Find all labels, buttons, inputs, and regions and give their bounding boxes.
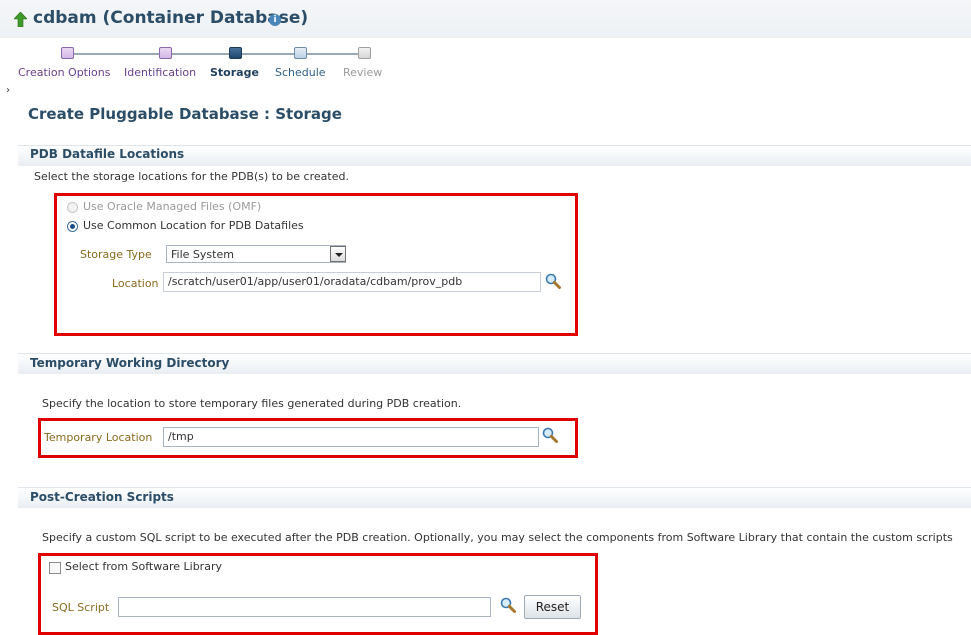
section-title-temp: Temporary Working Directory [30, 356, 230, 370]
train-label-storage: Storage [210, 66, 259, 79]
radio-omf-label: Use Oracle Managed Files (OMF) [83, 200, 262, 213]
search-icon[interactable] [542, 427, 558, 443]
train-connector [71, 53, 368, 55]
database-title: cdbam (Container Database) [33, 8, 309, 28]
highlight-box-datafiles [54, 193, 578, 336]
train-stop-identification[interactable] [159, 47, 172, 59]
search-icon[interactable] [500, 597, 516, 613]
train-label-review: Review [343, 66, 383, 79]
location-input[interactable]: /scratch/user01/app/user01/oradata/cdbam… [163, 272, 541, 292]
sql-script-label: SQL Script [52, 601, 110, 614]
software-library-checkbox-label[interactable]: Select from Software Library [65, 560, 222, 573]
train-stop-creation-options[interactable] [61, 47, 74, 59]
section-title-scripts: Post-Creation Scripts [30, 490, 174, 504]
storage-type-select[interactable]: File System [166, 245, 346, 263]
train-label-creation-options[interactable]: Creation Options [18, 66, 110, 79]
temporary-location-input[interactable]: /tmp [163, 427, 539, 447]
mouse-cursor-icon: › [6, 85, 10, 96]
dropdown-arrow-icon[interactable] [330, 246, 346, 262]
search-icon[interactable] [545, 273, 561, 289]
info-icon[interactable]: i [269, 14, 281, 26]
radio-common-location-label[interactable]: Use Common Location for PDB Datafiles [83, 219, 304, 232]
datafiles-description: Select the storage locations for the PDB… [34, 170, 349, 183]
storage-type-label: Storage Type [80, 248, 152, 261]
home-arrow-icon[interactable] [14, 12, 27, 27]
train-stop-review [358, 47, 371, 59]
scripts-description: Specify a custom SQL script to be execut… [42, 531, 953, 544]
train-stop-schedule[interactable] [294, 47, 307, 59]
software-library-checkbox[interactable] [49, 562, 61, 574]
temp-description: Specify the location to store temporary … [42, 397, 462, 410]
radio-common-location[interactable] [67, 221, 78, 232]
sql-script-input[interactable] [118, 597, 491, 617]
train-label-identification[interactable]: Identification [124, 66, 196, 79]
section-title-datafiles: PDB Datafile Locations [30, 147, 185, 161]
temporary-location-label: Temporary Location [44, 431, 153, 444]
train-label-schedule[interactable]: Schedule [275, 66, 326, 79]
location-label: Location [112, 277, 159, 290]
train-stop-storage [229, 47, 242, 59]
radio-omf [67, 202, 78, 213]
reset-button[interactable]: Reset [524, 595, 581, 619]
page-title: Create Pluggable Database : Storage [28, 105, 342, 123]
